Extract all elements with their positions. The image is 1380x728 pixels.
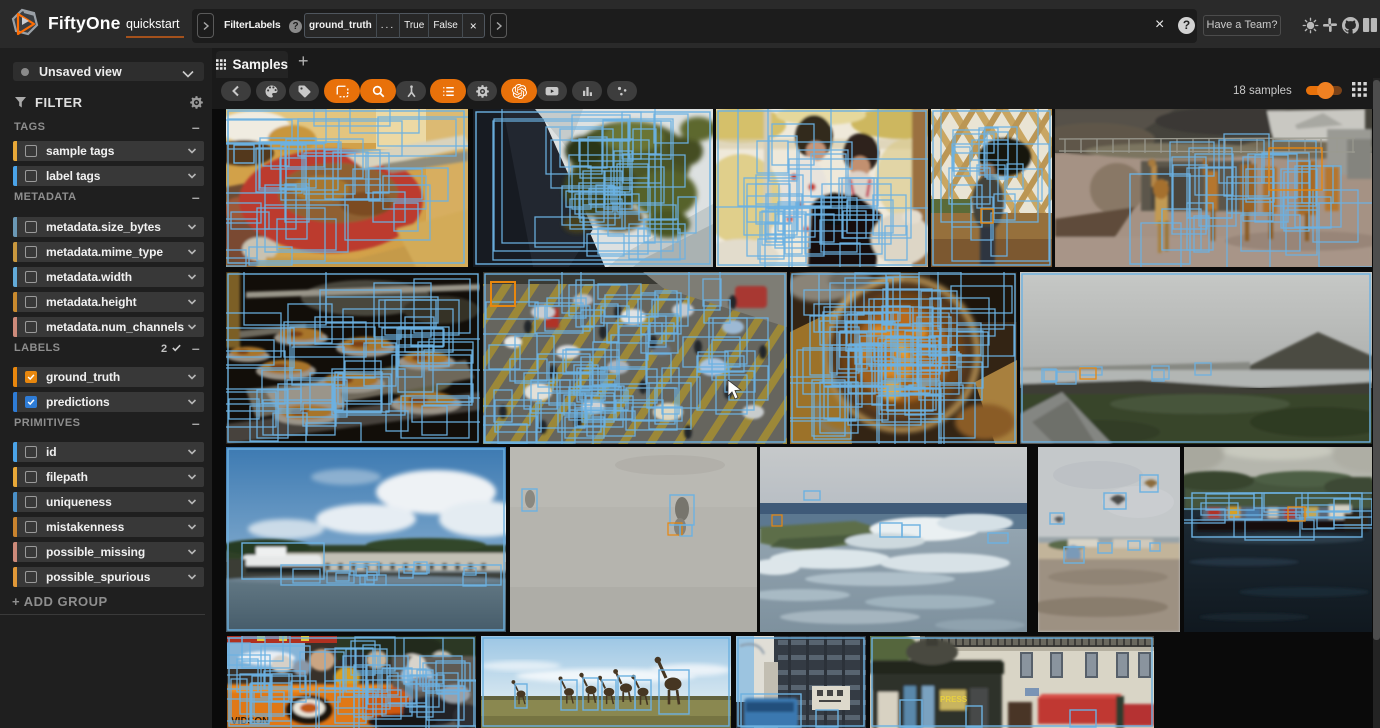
svg-text:PRESS: PRESS — [940, 695, 968, 704]
